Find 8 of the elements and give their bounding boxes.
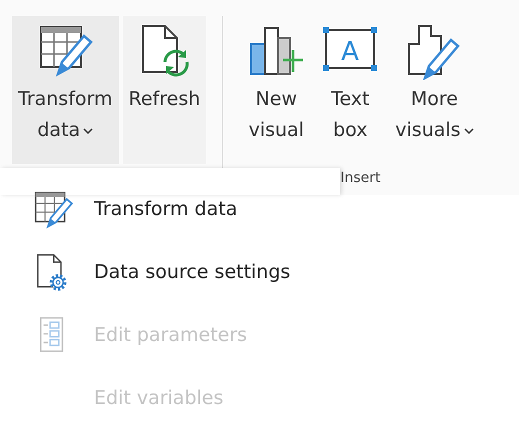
menu-item[interactable]: Data source settings <box>0 241 340 304</box>
text-box-button[interactable]: A Text box <box>315 16 386 164</box>
more-visuals-button[interactable]: More visuals <box>389 16 480 164</box>
menu-item[interactable]: Transform data <box>0 178 340 241</box>
refresh-button[interactable]: Refresh <box>122 16 206 164</box>
new-visual-button[interactable]: New visual <box>241 16 312 164</box>
group-label: Insert <box>340 169 380 188</box>
transform-data-button[interactable]: Transform data <box>12 16 119 164</box>
